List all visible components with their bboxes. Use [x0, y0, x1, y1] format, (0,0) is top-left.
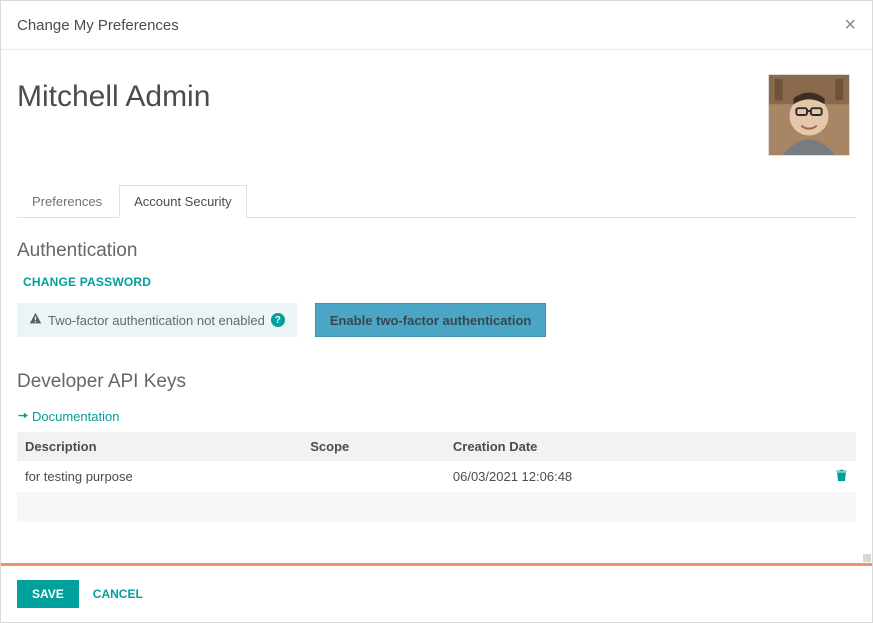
twofa-status-text: Two-factor authentication not enabled: [48, 313, 265, 328]
change-password-button[interactable]: Change Password: [23, 275, 151, 289]
cancel-button[interactable]: Cancel: [93, 587, 143, 601]
api-keys-heading: Developer API Keys: [17, 371, 856, 393]
avatar-image: [769, 75, 849, 155]
cell-creation-date: 06/03/2021 12:06:48: [445, 461, 797, 492]
arrow-right-icon: [17, 409, 28, 424]
col-scope: Scope: [302, 432, 445, 461]
authentication-heading: Authentication: [17, 240, 856, 262]
tabs: Preferences Account Security: [17, 184, 856, 218]
twofa-row: Two-factor authentication not enabled ? …: [17, 303, 856, 337]
close-icon[interactable]: ×: [844, 15, 856, 35]
trash-icon[interactable]: [835, 469, 848, 485]
scrollbar-nub[interactable]: [863, 554, 871, 562]
col-creation-date: Creation Date: [445, 432, 797, 461]
table-header-row: Description Scope Creation Date: [17, 432, 856, 461]
cell-description: for testing purpose: [17, 461, 302, 492]
api-keys-table: Description Scope Creation Date for test…: [17, 432, 856, 522]
modal-header: Change My Preferences ×: [1, 1, 872, 50]
save-button[interactable]: Save: [17, 580, 79, 608]
modal-title: Change My Preferences: [17, 17, 179, 34]
documentation-link-label: Documentation: [32, 409, 119, 424]
cell-delete: [797, 461, 856, 492]
header-row: Mitchell Admin: [17, 74, 856, 156]
preferences-modal: Change My Preferences × Mitchell Admin: [0, 0, 873, 623]
modal-body: Mitchell Admin: [1, 50, 872, 563]
table-empty-row: [17, 492, 856, 522]
warning-triangle-icon: [29, 312, 42, 328]
col-description: Description: [17, 432, 302, 461]
enable-twofa-button[interactable]: Enable two-factor authentication: [315, 303, 547, 337]
tab-account-security[interactable]: Account Security: [119, 185, 247, 218]
form-sheet: Mitchell Admin: [9, 66, 864, 563]
col-delete: [797, 432, 856, 461]
twofa-status-badge: Two-factor authentication not enabled ?: [17, 303, 297, 337]
tab-preferences[interactable]: Preferences: [17, 185, 117, 218]
documentation-link[interactable]: Documentation: [17, 409, 119, 424]
avatar[interactable]: [768, 74, 850, 156]
modal-footer: Save Cancel: [1, 566, 872, 622]
page-title: Mitchell Admin: [17, 80, 210, 114]
help-circle-icon[interactable]: ?: [271, 313, 285, 327]
table-row[interactable]: for testing purpose 06/03/2021 12:06:48: [17, 461, 856, 492]
cell-scope: [302, 461, 445, 492]
